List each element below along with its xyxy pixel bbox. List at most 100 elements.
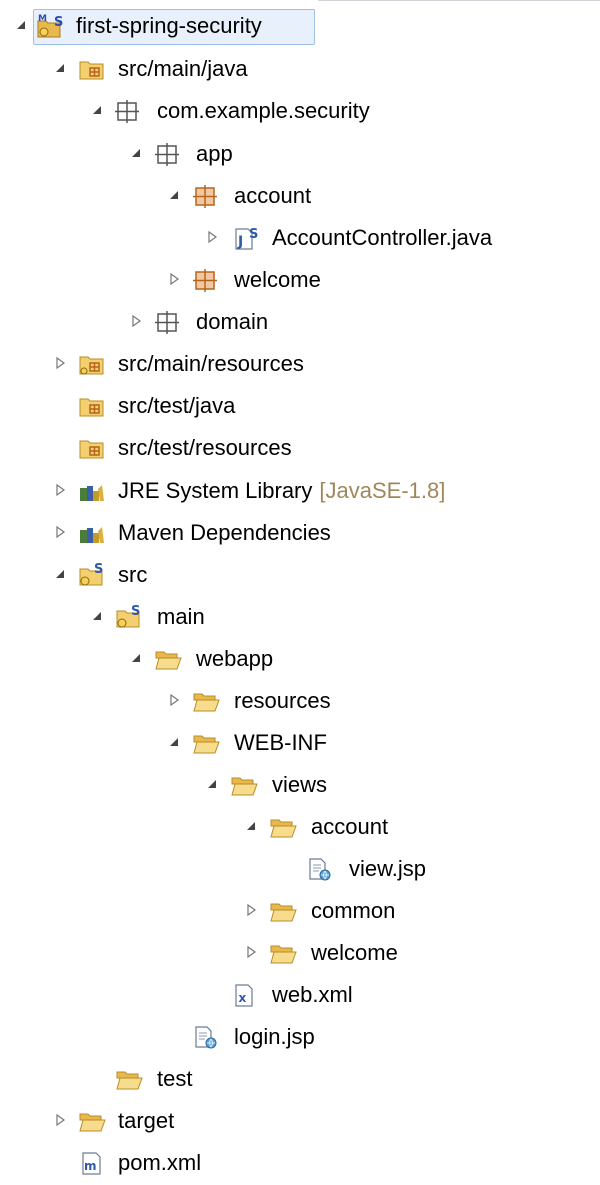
collapsed-arrow-icon[interactable] bbox=[167, 272, 181, 286]
expanded-arrow-icon[interactable] bbox=[129, 651, 143, 665]
tree-item-label: first-spring-security bbox=[76, 13, 262, 38]
tree-item-login-jsp[interactable]: login.jsp bbox=[0, 1016, 600, 1058]
svg-text:J: J bbox=[237, 234, 243, 250]
package-filled-icon bbox=[191, 182, 221, 210]
library-version-decorator: [JavaSE-1.8] bbox=[319, 478, 446, 503]
tree-item-label: app bbox=[196, 141, 233, 166]
expanded-arrow-icon[interactable] bbox=[129, 146, 143, 160]
collapsed-arrow-icon[interactable] bbox=[53, 483, 67, 497]
expanded-arrow-icon[interactable] bbox=[244, 819, 258, 833]
tree-item-webapp[interactable]: webapp bbox=[0, 638, 600, 680]
svg-text:x: x bbox=[239, 991, 247, 1005]
tree-item-label: login.jsp bbox=[234, 1024, 315, 1049]
tree-item-app[interactable]: app bbox=[0, 133, 600, 175]
tree-item-label: target bbox=[118, 1108, 175, 1133]
tree-item-src-test-resources[interactable]: src/test/resources bbox=[0, 427, 600, 469]
tree-item-label: pom.xml bbox=[118, 1150, 202, 1175]
spring-folder-icon: S bbox=[114, 603, 144, 631]
tree-item-label: src bbox=[118, 562, 148, 587]
svg-text:M: M bbox=[38, 14, 47, 24]
tree-item-label: resources bbox=[234, 688, 331, 713]
source-folder-icon bbox=[77, 434, 107, 462]
folder-icon bbox=[114, 1065, 144, 1093]
expanded-arrow-icon[interactable] bbox=[14, 18, 28, 32]
collapsed-arrow-icon[interactable] bbox=[205, 230, 219, 244]
tree-item-label: JRE System Library [JavaSE-1.8] bbox=[118, 478, 445, 504]
tree-item-com-example-security[interactable]: com.example.security bbox=[0, 90, 600, 132]
library-icon bbox=[77, 477, 107, 505]
library-name: JRE System Library bbox=[118, 478, 313, 503]
tree-item-src-main-java[interactable]: src/main/java bbox=[0, 48, 600, 90]
tree-item-web-inf[interactable]: WEB-INF bbox=[0, 722, 600, 764]
expanded-arrow-icon[interactable] bbox=[90, 609, 104, 623]
collapsed-arrow-icon[interactable] bbox=[53, 356, 67, 370]
folder-icon bbox=[191, 729, 221, 757]
xml-file-icon: x bbox=[230, 981, 260, 1009]
tree-item-domain[interactable]: domain bbox=[0, 301, 600, 343]
tree-item-label: domain bbox=[196, 309, 269, 334]
tree-item-pom-xml[interactable]: m pom.xml bbox=[0, 1142, 600, 1184]
expanded-arrow-icon[interactable] bbox=[53, 567, 67, 581]
collapsed-arrow-icon[interactable] bbox=[53, 525, 67, 539]
source-folder-icon bbox=[77, 55, 107, 83]
tree-item-account-package[interactable]: account bbox=[0, 175, 600, 217]
package-icon bbox=[113, 97, 143, 125]
tree-item-common[interactable]: common bbox=[0, 890, 600, 932]
tree-item-account-controller[interactable]: J S AccountController.java bbox=[0, 217, 600, 259]
expanded-arrow-icon[interactable] bbox=[205, 777, 219, 791]
collapsed-arrow-icon[interactable] bbox=[129, 314, 143, 328]
svg-text:S: S bbox=[94, 562, 103, 577]
tree-item-jre-system-library[interactable]: JRE System Library [JavaSE-1.8] bbox=[0, 470, 600, 512]
svg-text:m: m bbox=[84, 1159, 97, 1173]
tree-item-label: web.xml bbox=[272, 982, 353, 1007]
tree-item-web-xml[interactable]: x web.xml bbox=[0, 974, 600, 1016]
collapsed-arrow-icon[interactable] bbox=[244, 903, 258, 917]
tree-item-label: views bbox=[272, 772, 328, 797]
tree-item-resources[interactable]: resources bbox=[0, 680, 600, 722]
collapsed-arrow-icon[interactable] bbox=[167, 693, 181, 707]
folder-icon bbox=[268, 897, 298, 925]
package-icon bbox=[153, 140, 183, 168]
tree-item-welcome-package[interactable]: welcome bbox=[0, 259, 600, 301]
tree-item-label: src/main/resources bbox=[118, 351, 304, 376]
tree-item-src-test-java[interactable]: src/test/java bbox=[0, 385, 600, 427]
jsp-file-icon bbox=[192, 1023, 222, 1051]
tree-item-src-main-resources[interactable]: src/main/resources bbox=[0, 343, 600, 385]
folder-icon bbox=[268, 813, 298, 841]
collapsed-arrow-icon[interactable] bbox=[53, 1113, 67, 1127]
tree-item-label: AccountController.java bbox=[272, 225, 493, 250]
expanded-arrow-icon[interactable] bbox=[90, 103, 104, 117]
tree-item-label: webapp bbox=[196, 646, 274, 671]
expanded-arrow-icon[interactable] bbox=[53, 61, 67, 75]
source-folder-icon bbox=[77, 392, 107, 420]
tree-item-label: WEB-INF bbox=[234, 730, 327, 755]
folder-icon bbox=[268, 939, 298, 967]
maven-pom-file-icon: m bbox=[79, 1149, 109, 1177]
tree-item-first-spring-security[interactable]: M S first-spring-security bbox=[0, 5, 600, 47]
tree-item-views-welcome[interactable]: welcome bbox=[0, 932, 600, 974]
tree-item-label: Maven Dependencies bbox=[118, 520, 331, 545]
tree-item-label: src/main/java bbox=[118, 56, 248, 81]
expanded-arrow-icon[interactable] bbox=[167, 188, 181, 202]
svg-text:S: S bbox=[131, 604, 140, 619]
tree-item-label: common bbox=[311, 898, 396, 923]
svg-text:S: S bbox=[54, 15, 63, 30]
tree-item-maven-dependencies[interactable]: Maven Dependencies bbox=[0, 512, 600, 554]
tree-item-label: src/test/java bbox=[118, 393, 236, 418]
expanded-arrow-icon[interactable] bbox=[167, 735, 181, 749]
project-explorer-tree: M S first-spring-security src/main/java bbox=[0, 0, 600, 1185]
tree-item-main[interactable]: S main bbox=[0, 596, 600, 638]
tree-item-views[interactable]: views bbox=[0, 764, 600, 806]
tree-item-src[interactable]: S src bbox=[0, 554, 600, 596]
folder-icon bbox=[191, 687, 221, 715]
tree-item-views-account[interactable]: account bbox=[0, 806, 600, 848]
tree-item-view-jsp[interactable]: view.jsp bbox=[0, 848, 600, 890]
tree-item-label: welcome bbox=[234, 267, 321, 292]
tree-item-target[interactable]: target bbox=[0, 1100, 600, 1142]
tree-item-test[interactable]: test bbox=[0, 1058, 600, 1100]
folder-icon bbox=[77, 1107, 107, 1135]
collapsed-arrow-icon[interactable] bbox=[244, 945, 258, 959]
java-spring-file-icon: J S bbox=[232, 224, 262, 252]
package-icon bbox=[153, 308, 183, 336]
tree-item-label: test bbox=[157, 1066, 193, 1091]
